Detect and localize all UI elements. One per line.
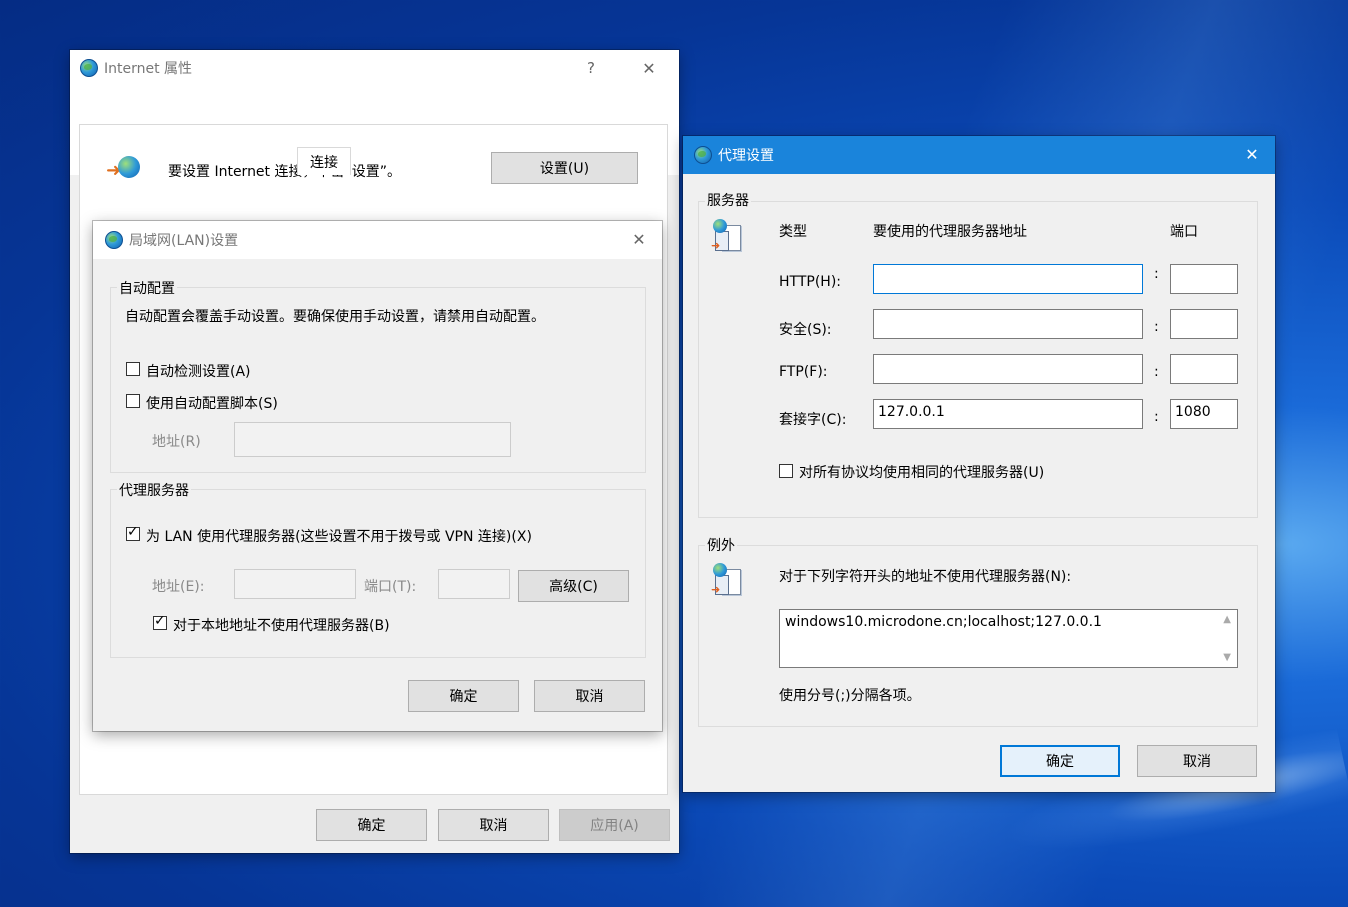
proxy-settings-dialog: 代理设置 ✕ 服务器 ➜ 类型 要使用的代理服务器地址 端口 HTTP(H): … (683, 136, 1275, 792)
window-title: Internet 属性 (104, 61, 193, 77)
proxy-close-button[interactable]: ✕ (1229, 136, 1275, 172)
bypass-local-checkbox[interactable] (153, 613, 167, 630)
cancel-button[interactable]: 取消 (438, 809, 549, 841)
http-address-field[interactable] (873, 264, 1143, 294)
ok-button[interactable]: 确定 (316, 809, 427, 841)
ftp-label: FTP(F): (779, 364, 828, 380)
scroll-down-icon[interactable]: ▼ (1223, 652, 1231, 663)
auto-script-checkbox[interactable] (126, 394, 140, 408)
socks-port-field[interactable]: 1080 (1170, 399, 1238, 429)
proxy-server-icon: ➜ (711, 219, 745, 255)
globe-icon (694, 146, 712, 164)
lan-settings-dialog: 局域网(LAN)设置 ✕ 自动配置 自动配置会覆盖手动设置。要确保使用手动设置，… (93, 221, 662, 731)
lan-cancel-button[interactable]: 取消 (534, 680, 645, 712)
tab-connections[interactable]: 连接 (297, 147, 351, 175)
script-address-label: 地址(R) (152, 434, 201, 450)
use-proxy-checkbox[interactable] (126, 524, 140, 541)
socks-address-field[interactable]: 127.0.0.1 (873, 399, 1143, 429)
exceptions-description: 对于下列字符开头的地址不使用代理服务器(N): (779, 569, 1072, 585)
auto-config-group-label: 自动配置 (117, 278, 177, 298)
apply-button[interactable]: 应用(A) (559, 809, 670, 841)
auto-script-label[interactable]: 使用自动配置脚本(S) (146, 393, 278, 413)
ftp-address-field[interactable] (873, 354, 1143, 384)
secure-address-field[interactable] (873, 309, 1143, 339)
lan-title-bar: 局域网(LAN)设置 ✕ (93, 221, 662, 259)
setup-text: 要设置 Internet 连接，单击“设置”。 (168, 164, 401, 180)
same-proxy-checkbox[interactable] (779, 464, 793, 478)
socks-label: 套接字(C): (779, 412, 847, 428)
proxy-ok-button[interactable]: 确定 (1000, 745, 1120, 777)
auto-config-description: 自动配置会覆盖手动设置。要确保使用手动设置，请禁用自动配置。 (125, 309, 545, 325)
proxy-port-label: 端口(T): (364, 579, 417, 595)
globe-icon (105, 231, 123, 249)
auto-detect-label[interactable]: 自动检测设置(A) (146, 361, 251, 381)
same-proxy-label[interactable]: 对所有协议均使用相同的代理服务器(U) (799, 462, 1044, 482)
use-proxy-label[interactable]: 为 LAN 使用代理服务器(这些设置不用于拨号或 VPN 连接)(X) (146, 526, 532, 546)
column-address: 要使用的代理服务器地址 (873, 224, 1027, 240)
proxy-address-field[interactable] (234, 569, 356, 599)
http-label: HTTP(H): (779, 274, 841, 290)
proxy-port-field[interactable] (438, 569, 510, 599)
column-port: 端口 (1170, 224, 1198, 240)
secure-port-field[interactable] (1170, 309, 1238, 339)
lan-title: 局域网(LAN)设置 (129, 233, 239, 249)
lan-ok-button[interactable]: 确定 (408, 680, 519, 712)
proxy-title: 代理设置 (718, 148, 774, 164)
proxy-address-label: 地址(E): (152, 579, 205, 595)
scroll-up-icon[interactable]: ▲ (1223, 614, 1231, 625)
exceptions-group-label: 例外 (705, 535, 737, 555)
socks-colon: : (1154, 409, 1159, 425)
proxy-title-bar: 代理设置 ✕ (683, 136, 1275, 174)
http-port-field[interactable] (1170, 264, 1238, 294)
exceptions-icon: ➜ (711, 563, 745, 599)
bypass-local-label[interactable]: 对于本地地址不使用代理服务器(B) (173, 615, 390, 635)
exceptions-value: windows10.microdone.cn;localhost;127.0.0… (785, 614, 1102, 630)
script-address-field[interactable] (234, 422, 511, 457)
servers-group-label: 服务器 (705, 190, 751, 210)
column-type: 类型 (779, 224, 807, 240)
proxy-server-group-label: 代理服务器 (117, 480, 191, 500)
globe-icon (80, 59, 98, 77)
title-bar: Internet 属性 ? ✕ (70, 50, 679, 86)
help-button[interactable]: ? (568, 50, 614, 86)
http-colon: : (1154, 266, 1159, 282)
ftp-colon: : (1154, 364, 1159, 380)
close-button[interactable]: ✕ (626, 50, 672, 86)
secure-colon: : (1154, 319, 1159, 335)
proxy-cancel-button[interactable]: 取消 (1137, 745, 1257, 777)
auto-detect-checkbox[interactable] (126, 362, 140, 376)
connection-wizard-icon: ➜ (106, 154, 142, 184)
setup-button[interactable]: 设置(U) (491, 152, 638, 184)
advanced-button[interactable]: 高级(C) (518, 570, 629, 602)
secure-label: 安全(S): (779, 322, 832, 338)
ftp-port-field[interactable] (1170, 354, 1238, 384)
exceptions-hint: 使用分号(;)分隔各项。 (779, 688, 921, 704)
exceptions-textarea[interactable]: windows10.microdone.cn;localhost;127.0.0… (779, 609, 1238, 668)
lan-close-button[interactable]: ✕ (616, 221, 662, 257)
